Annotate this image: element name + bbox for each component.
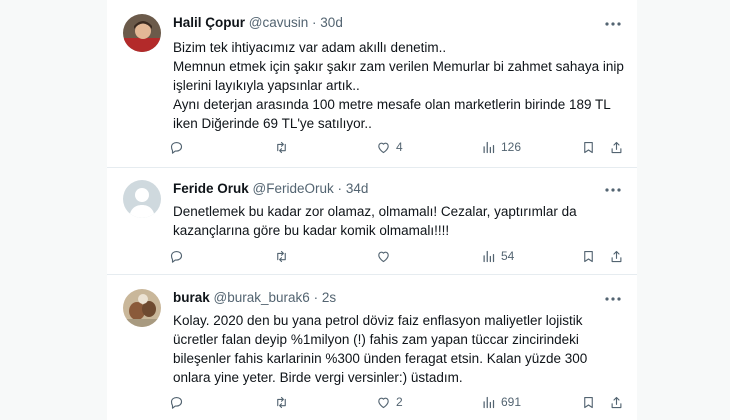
like-icon bbox=[378, 397, 389, 408]
share-icon bbox=[611, 250, 622, 262]
like-icon bbox=[378, 142, 389, 153]
bookmark-icon bbox=[584, 141, 593, 153]
tweet-header: Halil Çopur @cavusin · 30d bbox=[173, 15, 343, 30]
separator: · bbox=[312, 15, 317, 30]
timeline: Halil Çopur @cavusin · 30d Bizim tek iht… bbox=[107, 0, 637, 420]
retweet-icon bbox=[277, 141, 286, 153]
retweet-button[interactable] bbox=[274, 137, 294, 157]
avatar[interactable] bbox=[123, 14, 161, 52]
tweet-actions: 4 126 bbox=[169, 137, 629, 157]
like-button[interactable]: 2 bbox=[376, 392, 403, 412]
tweet-header: burak @burak_burak6 · 2s bbox=[173, 290, 336, 305]
tweet-text-line: kazançlarına göre bu kadar komik olmamal… bbox=[173, 223, 450, 238]
avatar[interactable] bbox=[123, 180, 161, 218]
bookmark-button[interactable] bbox=[581, 137, 596, 157]
author-name[interactable]: burak bbox=[173, 290, 210, 305]
tweet-actions: 2 691 bbox=[169, 392, 629, 412]
views-icon bbox=[483, 396, 495, 408]
more-dots-icon[interactable] bbox=[603, 182, 623, 198]
like-icon bbox=[378, 251, 389, 262]
retweet-button[interactable] bbox=[274, 392, 294, 412]
view-count: 54 bbox=[501, 249, 515, 263]
share-button[interactable] bbox=[609, 137, 624, 157]
separator: · bbox=[313, 290, 319, 305]
author-handle[interactable]: @FerideOruk bbox=[253, 181, 334, 196]
tweet-text-line: ücretler falan deyip %1milyon (!) fahis … bbox=[173, 332, 579, 347]
tweet-text-line: bileşenler fahis karlarinin %300 ünden f… bbox=[173, 351, 588, 366]
view-count: 126 bbox=[501, 140, 522, 154]
tweet-text-line: Bizim tek ihtiyacımız var adam akıllı de… bbox=[173, 40, 447, 55]
like-count: 4 bbox=[396, 140, 403, 154]
tweet-actions: 54 bbox=[169, 246, 629, 266]
views-button[interactable]: 691 bbox=[481, 392, 521, 412]
share-button[interactable] bbox=[609, 392, 624, 412]
tweet-text: Kolay. 2020 den bu yana petrol döviz fai… bbox=[173, 311, 623, 387]
retweet-icon bbox=[277, 396, 286, 408]
tweet-text: Denetlemek bu kadar zor olamaz, olmamalı… bbox=[173, 202, 623, 240]
reply-button[interactable] bbox=[169, 246, 189, 266]
more-dots-icon[interactable] bbox=[603, 16, 623, 32]
bookmark-button[interactable] bbox=[581, 246, 596, 266]
bookmark-icon bbox=[584, 250, 593, 262]
timestamp[interactable]: 34d bbox=[346, 181, 369, 196]
share-button[interactable] bbox=[609, 246, 624, 266]
views-icon bbox=[483, 141, 495, 153]
tweet-text-line: işlerini layıkıyla yapsınlar artık.. bbox=[173, 78, 360, 93]
share-icon bbox=[611, 396, 622, 408]
timestamp[interactable]: 2s bbox=[322, 290, 336, 305]
like-button[interactable] bbox=[376, 246, 396, 266]
tweet-text-line: Kolay. 2020 den bu yana petrol döviz fai… bbox=[173, 313, 583, 328]
views-button[interactable]: 126 bbox=[481, 137, 521, 157]
tweet-text-line: iken Diğerinde 69 TL'ye satılıyor.. bbox=[173, 116, 372, 131]
tweet[interactable]: Feride Oruk @FerideOruk · 34d Denetlemek… bbox=[107, 168, 637, 275]
timestamp[interactable]: 30d bbox=[320, 15, 343, 30]
reply-button[interactable] bbox=[169, 392, 189, 412]
retweet-icon bbox=[277, 250, 286, 262]
bookmark-button[interactable] bbox=[581, 392, 596, 412]
reply-icon bbox=[170, 141, 183, 154]
author-handle[interactable]: @cavusin bbox=[249, 15, 308, 30]
avatar[interactable] bbox=[123, 289, 161, 327]
views-button[interactable]: 54 bbox=[481, 246, 514, 266]
tweet-text-line: onlara yine yeter. Birde vergi versinler… bbox=[173, 370, 463, 385]
author-name[interactable]: Feride Oruk bbox=[173, 181, 249, 196]
bookmark-icon bbox=[584, 396, 593, 408]
reply-button[interactable] bbox=[169, 137, 189, 157]
tweet-text-line: Denetlemek bu kadar zor olamaz, olmamalı… bbox=[173, 204, 577, 219]
view-count: 691 bbox=[501, 395, 522, 409]
reply-icon bbox=[170, 250, 183, 263]
share-icon bbox=[611, 141, 622, 153]
tweet-text-line: Aynı deterjan arasında 100 metre mesafe … bbox=[173, 97, 611, 112]
tweet-text-line: Memnun etmek için şakır şakır zam verile… bbox=[173, 59, 624, 74]
author-handle[interactable]: @burak_burak6 bbox=[214, 290, 310, 305]
tweet-header: Feride Oruk @FerideOruk · 34d bbox=[173, 181, 368, 196]
reply-icon bbox=[170, 396, 183, 409]
retweet-button[interactable] bbox=[274, 246, 294, 266]
tweet[interactable]: Halil Çopur @cavusin · 30d Bizim tek iht… bbox=[107, 0, 637, 168]
like-count: 2 bbox=[396, 395, 403, 409]
more-dots-icon[interactable] bbox=[603, 291, 623, 307]
tweet-text: Bizim tek ihtiyacımız var adam akıllı de… bbox=[173, 38, 624, 133]
separator: · bbox=[337, 181, 343, 196]
views-icon bbox=[483, 250, 495, 262]
author-name[interactable]: Halil Çopur bbox=[173, 15, 245, 30]
tweet[interactable]: burak @burak_burak6 · 2s Kolay. 2020 den… bbox=[107, 275, 637, 420]
like-button[interactable]: 4 bbox=[376, 137, 403, 157]
